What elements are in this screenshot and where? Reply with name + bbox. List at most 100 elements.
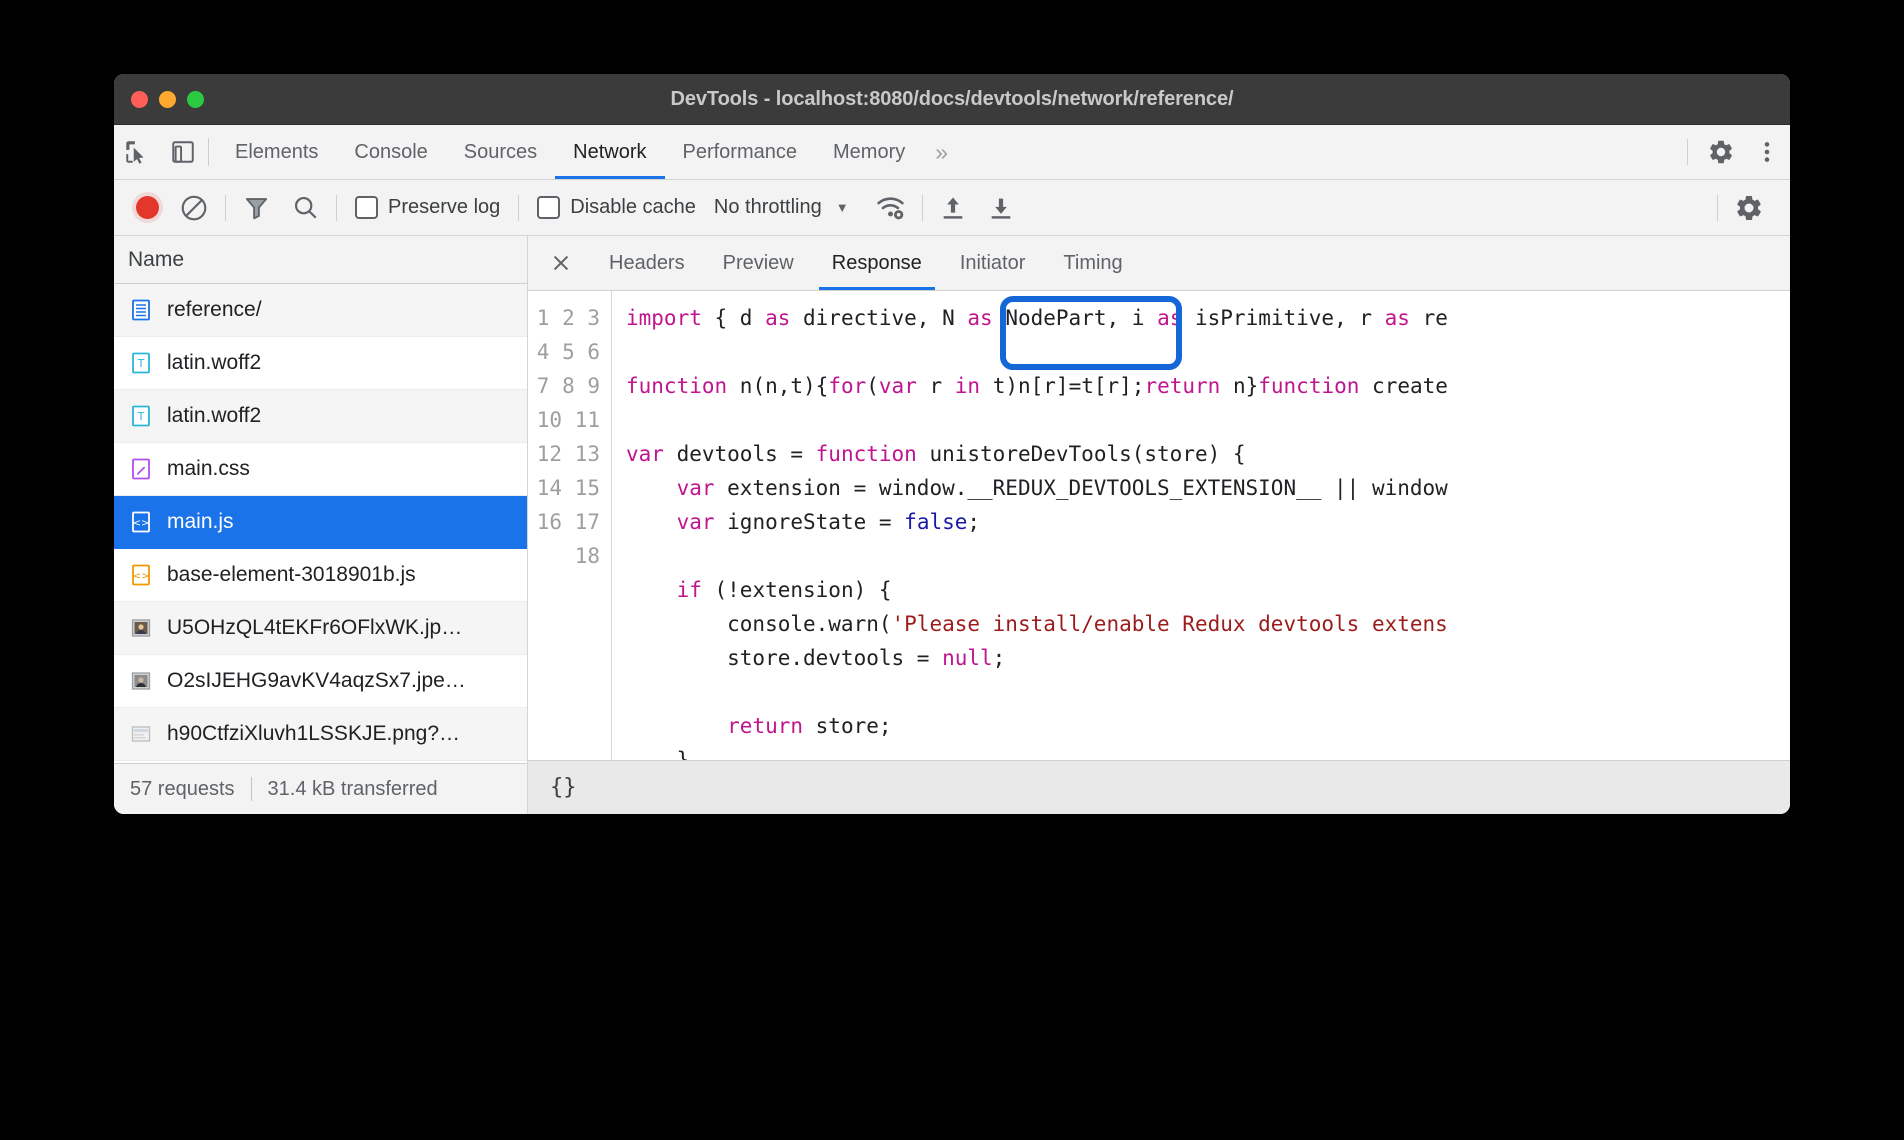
toolbar-divider xyxy=(1717,195,1718,221)
tab-preview[interactable]: Preview xyxy=(704,236,813,290)
script-icon: <> xyxy=(128,509,154,535)
request-name: U5OHzQL4tEKFr6OFlxWK.jp… xyxy=(167,616,462,640)
tab-network-label: Network xyxy=(573,141,646,164)
image-thumbnail-icon xyxy=(128,615,154,641)
network-settings-gear-icon[interactable] xyxy=(1724,193,1774,223)
tab-sources-label: Sources xyxy=(464,141,537,164)
table-row[interactable]: <> main.js xyxy=(114,496,527,549)
stylesheet-icon xyxy=(128,456,154,482)
table-row[interactable]: h90CtfziXluvh1LSSKJE.png?… xyxy=(114,708,527,761)
tab-headers[interactable]: Headers xyxy=(590,236,704,290)
main-tabbar-right-actions xyxy=(1677,125,1790,179)
network-status-bar: 57 requests 31.4 kB transferred xyxy=(114,763,527,814)
table-row[interactable]: U5OHzQL4tEKFr6OFlxWK.jp… xyxy=(114,602,527,655)
network-panel-body: Name reference/ xyxy=(114,236,1790,814)
more-tabs-chevron-icon[interactable]: » xyxy=(923,125,960,179)
image-thumbnail-icon xyxy=(128,721,154,747)
toolbar-divider xyxy=(518,195,519,221)
table-row[interactable]: O2sIJEHG9avKV4aqzSx7.jpe… xyxy=(114,655,527,708)
tab-memory-label: Memory xyxy=(833,141,905,164)
tab-network[interactable]: Network xyxy=(555,125,664,179)
request-name: base-element-3018901b.js xyxy=(167,563,416,587)
tab-response-label: Response xyxy=(832,252,922,275)
font-icon: T xyxy=(128,350,154,376)
requests-pane: Name reference/ xyxy=(114,236,528,814)
tab-response[interactable]: Response xyxy=(813,236,941,290)
traffic-light-buttons xyxy=(131,91,204,108)
search-magnifier-icon[interactable] xyxy=(281,193,330,222)
device-toolbar-icon[interactable] xyxy=(160,125,206,179)
tab-performance-label: Performance xyxy=(683,141,798,164)
close-x-icon[interactable] xyxy=(544,252,578,274)
devtools-window: DevTools - localhost:8080/docs/devtools/… xyxy=(114,74,1790,814)
request-detail-pane: Headers Preview Response Initiator Timin… xyxy=(528,236,1790,814)
tab-timing[interactable]: Timing xyxy=(1044,236,1141,290)
record-circle-icon[interactable] xyxy=(126,196,169,219)
requests-list[interactable]: reference/ T latin.woff2 xyxy=(114,284,527,763)
maximize-window-button[interactable] xyxy=(187,91,204,108)
clear-prohibited-icon[interactable] xyxy=(169,193,219,223)
svg-text:<>: <> xyxy=(133,571,150,582)
export-har-download-icon[interactable] xyxy=(977,194,1025,222)
toolbar-divider xyxy=(336,195,337,221)
request-name: latin.woff2 xyxy=(167,351,261,375)
pretty-print-footer[interactable]: {} xyxy=(528,760,1790,814)
toolbar-divider xyxy=(922,195,923,221)
tab-initiator-label: Initiator xyxy=(960,252,1026,275)
minimize-window-button[interactable] xyxy=(159,91,176,108)
wifi-settings-icon[interactable] xyxy=(865,192,916,223)
request-name: main.css xyxy=(167,457,250,481)
transferred-size: 31.4 kB transferred xyxy=(268,778,438,801)
column-header-name: Name xyxy=(128,248,184,272)
tab-initiator[interactable]: Initiator xyxy=(941,236,1045,290)
disable-cache-checkbox-box[interactable] xyxy=(537,196,560,219)
code-content[interactable]: import { d as directive, N as NodePart, … xyxy=(612,291,1790,760)
table-row[interactable]: T latin.woff2 xyxy=(114,337,527,390)
inspect-element-icon[interactable] xyxy=(114,125,160,179)
tab-memory[interactable]: Memory xyxy=(815,125,923,179)
table-row[interactable]: <> base-element-3018901b.js xyxy=(114,549,527,602)
svg-text:<>: <> xyxy=(133,518,150,529)
table-row[interactable]: main.css xyxy=(114,443,527,496)
chevron-down-icon[interactable]: ▼ xyxy=(822,200,865,215)
table-row[interactable]: reference/ xyxy=(114,284,527,337)
filter-funnel-icon[interactable] xyxy=(232,193,281,222)
table-row[interactable]: T latin.woff2 xyxy=(114,390,527,443)
close-window-button[interactable] xyxy=(131,91,148,108)
request-name: main.js xyxy=(167,510,234,534)
tab-elements-label: Elements xyxy=(235,141,318,164)
status-divider xyxy=(251,777,252,801)
tab-console[interactable]: Console xyxy=(336,125,445,179)
more-options-kebab-icon[interactable] xyxy=(1744,139,1790,165)
window-titlebar: DevTools - localhost:8080/docs/devtools/… xyxy=(114,74,1790,125)
svg-text:T: T xyxy=(137,410,145,423)
document-icon xyxy=(128,297,154,323)
preserve-log-checkbox[interactable]: Preserve log xyxy=(343,196,512,219)
preserve-log-checkbox-box[interactable] xyxy=(355,196,378,219)
script-icon: <> xyxy=(128,562,154,588)
request-name: reference/ xyxy=(167,298,262,322)
font-icon: T xyxy=(128,403,154,429)
tab-performance[interactable]: Performance xyxy=(665,125,816,179)
request-name: latin.woff2 xyxy=(167,404,261,428)
pretty-print-label: {} xyxy=(550,775,577,800)
image-thumbnail-icon xyxy=(128,668,154,694)
tab-elements[interactable]: Elements xyxy=(217,125,336,179)
request-name: O2sIJEHG9avKV4aqzSx7.jpe… xyxy=(167,669,466,693)
tab-console-label: Console xyxy=(354,141,427,164)
detail-tabbar: Headers Preview Response Initiator Timin… xyxy=(528,236,1790,291)
disable-cache-label: Disable cache xyxy=(570,196,696,219)
import-har-upload-icon[interactable] xyxy=(929,194,977,222)
preserve-log-label: Preserve log xyxy=(388,196,500,219)
tab-sources[interactable]: Sources xyxy=(446,125,555,179)
settings-gear-icon[interactable] xyxy=(1698,138,1744,166)
toolbar-divider xyxy=(1687,139,1688,165)
svg-text:T: T xyxy=(137,357,145,370)
toolbar-divider xyxy=(225,195,226,221)
disable-cache-checkbox[interactable]: Disable cache xyxy=(525,196,708,219)
requests-column-header[interactable]: Name xyxy=(114,236,527,284)
request-name: h90CtfziXluvh1LSSKJE.png?… xyxy=(167,722,460,746)
response-code-viewer[interactable]: 1 2 3 4 5 6 7 8 9 10 11 12 13 14 15 16 1… xyxy=(528,291,1790,760)
more-tabs-label: » xyxy=(935,139,948,166)
throttling-select-value[interactable]: No throttling xyxy=(708,196,822,219)
